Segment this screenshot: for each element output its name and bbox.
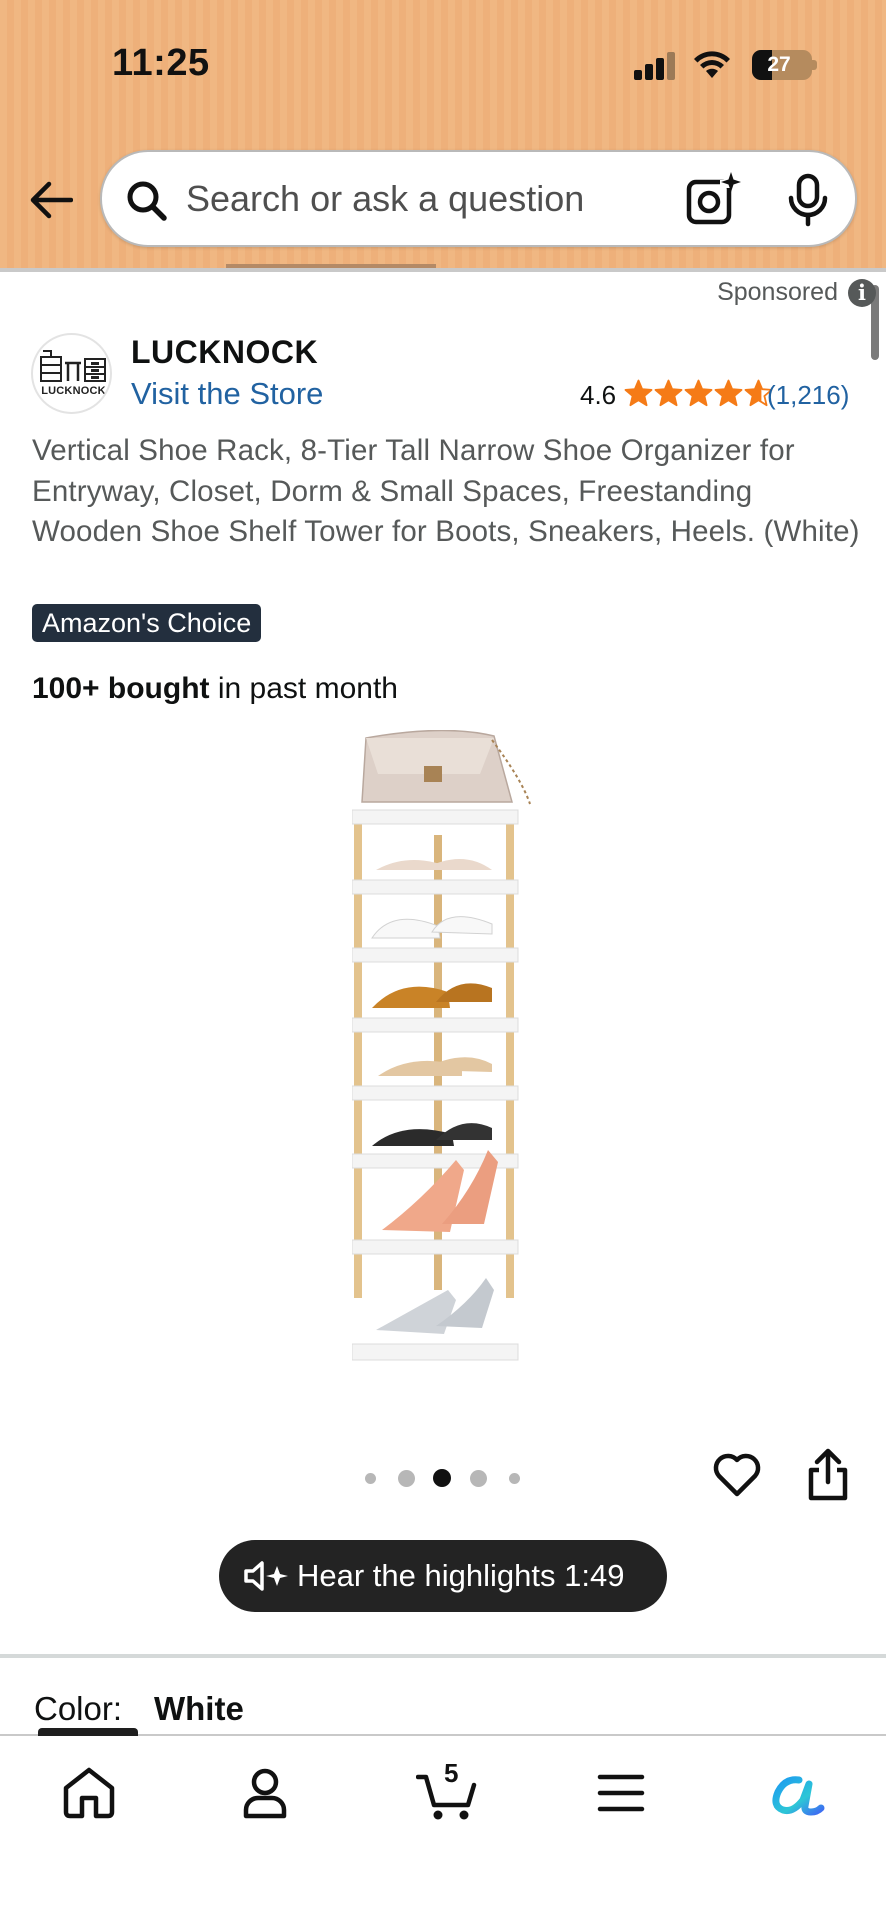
signal-icon <box>634 50 675 80</box>
bought-in-past-month: 100+ bought in past month <box>32 672 398 706</box>
wifi-icon <box>694 51 730 78</box>
amazons-choice-badge[interactable]: Amazon's Choice <box>32 604 262 642</box>
back-arrow-icon <box>30 181 73 219</box>
nav-cart[interactable]: 5 <box>408 1758 488 1828</box>
brand-logo-text: LUCKNOCK <box>41 385 106 397</box>
nav-menu[interactable] <box>586 1758 656 1828</box>
star-icon <box>684 379 713 407</box>
menu-icon <box>597 1774 645 1812</box>
carousel-dot[interactable] <box>397 1469 415 1487</box>
search-placeholder: Search or ask a question <box>186 178 585 219</box>
info-icon[interactable]: i <box>848 279 876 307</box>
star-icon <box>624 379 653 407</box>
battery-icon: 27 <box>752 50 812 80</box>
hear-highlights-button[interactable]: Hear the highlights 1:49 <box>219 1540 667 1612</box>
status-bar: 11:25 27 <box>0 0 886 130</box>
heart-icon[interactable] <box>712 1450 762 1500</box>
rufus-icon <box>772 1776 825 1816</box>
speaker-sparkle-icon <box>244 1561 288 1591</box>
bought-count: 100+ bought <box>32 672 210 705</box>
nav-account[interactable] <box>230 1758 300 1828</box>
section-divider <box>0 1654 886 1658</box>
home-icon <box>63 1767 115 1819</box>
header: 11:25 27 Search or ask a question <box>0 0 886 272</box>
header-divider <box>0 268 886 272</box>
rating-stars[interactable] <box>624 379 773 411</box>
back-button[interactable] <box>20 168 80 232</box>
bought-suffix: in past month <box>209 672 398 705</box>
carousel-dot-active[interactable] <box>433 1469 451 1487</box>
status-time: 11:25 <box>112 42 210 84</box>
carousel-dot[interactable] <box>364 1472 376 1484</box>
active-tab-indicator <box>38 1728 138 1736</box>
rating-value: 4.6 <box>580 380 617 410</box>
share-icon[interactable] <box>805 1448 851 1502</box>
search-input[interactable]: Search or ask a question <box>100 150 857 247</box>
account-icon <box>243 1768 287 1819</box>
product-image[interactable] <box>352 730 536 1390</box>
sponsored-label: Sponsored <box>717 278 838 306</box>
brand-logo[interactable]: LUCKNOCK <box>31 333 112 414</box>
product-title: Vertical Shoe Rack, 8-Tier Tall Narrow S… <box>32 434 860 548</box>
hear-highlights-label: Hear the highlights 1:49 <box>297 1558 625 1593</box>
battery-level: 27 <box>767 53 791 76</box>
microphone-icon[interactable] <box>782 172 834 230</box>
search-icon <box>127 181 167 221</box>
nav-home[interactable] <box>54 1758 124 1828</box>
rating-count-link[interactable]: (1,216) <box>767 380 849 411</box>
brand-logo-mark <box>40 350 106 382</box>
color-value: White <box>154 1690 244 1727</box>
color-label: Color: <box>34 1690 123 1727</box>
bottom-navigation: 5 <box>0 1728 886 1920</box>
star-icon <box>714 379 743 407</box>
carousel-dot[interactable] <box>508 1472 520 1484</box>
carousel-dot[interactable] <box>469 1469 487 1487</box>
cart-count: 5 <box>444 1758 459 1788</box>
star-icon <box>654 379 683 407</box>
brand-name: LUCKNOCK <box>131 334 319 370</box>
nav-rufus[interactable] <box>762 1758 832 1828</box>
camera-lens-icon[interactable] <box>684 170 744 230</box>
visit-store-link[interactable]: Visit the Store <box>131 376 323 412</box>
